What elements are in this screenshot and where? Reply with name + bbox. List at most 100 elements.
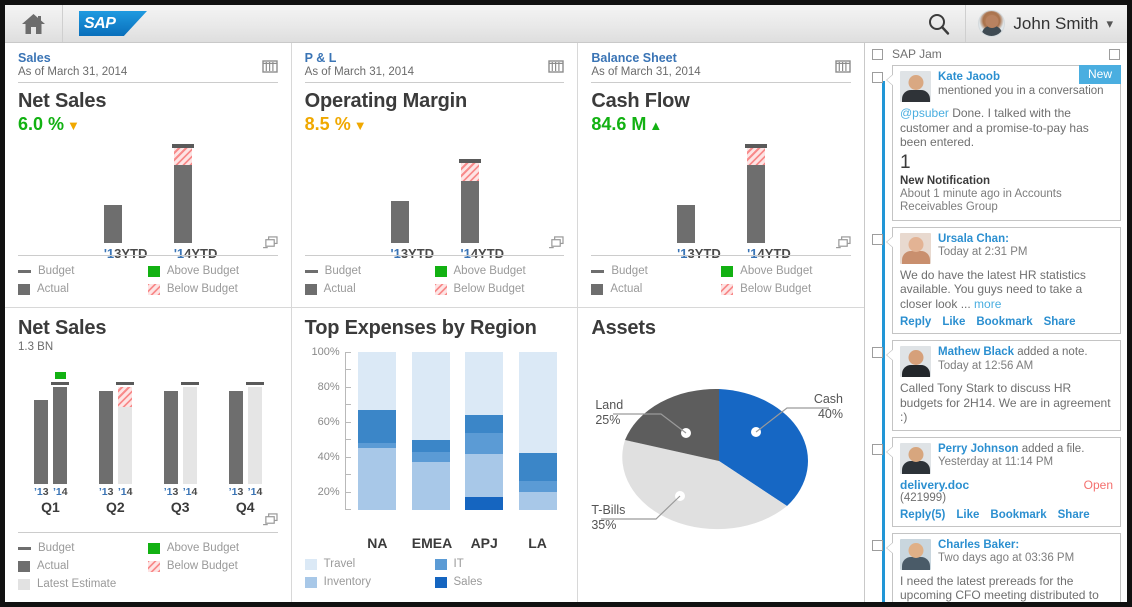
chart-sales-ytd-bullet[interactable] (18, 147, 278, 243)
expand-chart-icon[interactable] (836, 236, 851, 249)
expand-chart-icon[interactable] (263, 513, 278, 526)
jam-more-link[interactable]: more (974, 297, 1001, 311)
tile-column-balance-sheet: Balance Sheet As of March 31, 2014 Cash (578, 43, 864, 602)
jam-card[interactable]: Charles Baker: Two days ago at 03:36 PM … (892, 533, 1121, 603)
avatar (900, 346, 931, 377)
table-view-icon[interactable] (835, 58, 851, 74)
stacked-bars (351, 352, 565, 510)
jam-item-body: I need the latest prereads for the upcom… (900, 574, 1113, 603)
legend-latest-estimate: Latest Estimate (18, 576, 148, 592)
table-view-icon[interactable] (548, 58, 564, 74)
table-view-icon[interactable] (262, 58, 278, 74)
jam-timestamp: Two days ago at 03:36 PM (938, 552, 1074, 564)
legend-budget: Budget (18, 263, 148, 279)
chevron-down-icon[interactable]: ▾ (1106, 16, 1113, 32)
jam-reply-link[interactable]: Reply (900, 316, 931, 328)
pie-label-tbills: T-Bills 35% (591, 503, 625, 533)
card-pl-operating-margin[interactable]: P & L As of March 31, 2014 Operating Mar (292, 43, 578, 308)
list-item[interactable]: Perry Johnson added a file. Yesterday at… (865, 436, 1127, 532)
home-button[interactable] (5, 5, 63, 42)
jam-share-link[interactable]: Share (1058, 509, 1090, 521)
jam-user-name[interactable]: Kate Jaoob (938, 71, 1000, 83)
legend-sales: Sales (435, 574, 565, 590)
legend-label: Below Budget (167, 558, 238, 574)
jam-action: added a note. (1014, 346, 1088, 358)
expand-chart-icon[interactable] (549, 236, 564, 249)
kpi-value: 8.5 % (305, 114, 351, 134)
jam-user-name[interactable]: Ursala Chan: (938, 233, 1009, 245)
legend-it: IT (435, 556, 565, 572)
legend-below-budget: Below Budget (148, 281, 278, 297)
jam-user-name[interactable]: Mathew Black (938, 346, 1014, 358)
jam-bookmark-link[interactable]: Bookmark (990, 509, 1046, 521)
jam-select-all-checkbox[interactable] (872, 49, 883, 60)
kpi-value: 6.0 % (18, 114, 64, 134)
jam-item-checkbox[interactable] (872, 234, 883, 245)
jam-bookmark-link[interactable]: Bookmark (976, 316, 1032, 328)
jam-mention[interactable]: @psuber (900, 106, 949, 120)
bar-group-q1 (34, 366, 67, 484)
bar-group-q2 (99, 366, 132, 484)
legend-budget: Budget (591, 263, 721, 279)
kpi-title: Operating Margin (305, 89, 565, 113)
jam-options-checkbox[interactable] (1109, 49, 1120, 60)
jam-user-name[interactable]: Perry Johnson (938, 443, 1019, 455)
chart-top-expenses-by-region[interactable]: 100% 80% 60% 40% 20% (305, 352, 565, 532)
jam-like-link[interactable]: Like (956, 509, 979, 521)
legend-label: Budget (325, 263, 361, 279)
chart-subtitle: 1.3 BN (18, 340, 278, 354)
legend-label: Above Budget (740, 263, 812, 279)
bar-14 (118, 366, 132, 484)
legend-swatch-above (435, 266, 447, 277)
jam-like-link[interactable]: Like (942, 316, 965, 328)
pie-label-name: Cash (814, 392, 843, 407)
chart-legend: Budget Actual Above Budget (591, 255, 851, 299)
jam-file-name[interactable]: delivery.doc (900, 478, 969, 492)
x-label-q4: ’13’14 Q4 (225, 486, 265, 515)
card-assets[interactable]: Assets (578, 308, 864, 602)
divider (305, 82, 565, 83)
kpi-title: Cash Flow (591, 89, 851, 113)
chart-balance-ytd-bullet[interactable] (591, 147, 851, 243)
expand-chart-icon[interactable] (263, 236, 278, 249)
chart-net-sales-quarterly[interactable]: ’13’14 Q1 ’13’14 Q2 ’13’14 Q3 (18, 366, 278, 496)
card-balance-cash-flow[interactable]: Balance Sheet As of March 31, 2014 Cash (578, 43, 864, 308)
card-source: Sales (18, 51, 262, 65)
jam-item-checkbox[interactable] (872, 540, 883, 551)
card-net-sales-quarterly[interactable]: Net Sales 1.3 BN (5, 308, 291, 602)
jam-card[interactable]: Perry Johnson added a file. Yesterday at… (892, 437, 1121, 527)
legend-swatch-actual (18, 284, 30, 295)
chart-assets-pie[interactable]: Cash 40% Land 25% T-Bills 35% (591, 346, 851, 576)
jam-file-id: (421999) (900, 492, 1113, 504)
jam-share-link[interactable]: Share (1044, 316, 1076, 328)
card-sales-net-sales[interactable]: Sales As of March 31, 2014 Net Sales (5, 43, 291, 308)
jam-card[interactable]: Mathew Black added a note. Today at 12:5… (892, 340, 1121, 431)
sap-dashboard-app: SAP John Smith ▾ (0, 0, 1132, 607)
jam-reply-link[interactable]: Reply(5) (900, 509, 945, 521)
jam-item-checkbox[interactable] (872, 347, 883, 358)
list-item[interactable]: New Kate Jaoob mentioned you in a conver… (865, 64, 1127, 226)
user-menu[interactable]: John Smith ▾ (966, 5, 1127, 42)
jam-card[interactable]: Ursala Chan: Today at 2:31 PM We do have… (892, 227, 1121, 335)
jam-card[interactable]: New Kate Jaoob mentioned you in a conver… (892, 65, 1121, 221)
chart-pl-ytd-bullet[interactable] (305, 147, 565, 243)
legend-label: Below Budget (454, 281, 525, 297)
legend-below-budget: Below Budget (148, 558, 278, 574)
jam-item-checkbox[interactable] (872, 72, 883, 83)
legend-actual: Actual (305, 281, 435, 297)
list-item[interactable]: Mathew Black added a note. Today at 12:5… (865, 339, 1127, 436)
jam-item-checkbox[interactable] (872, 444, 883, 455)
legend-swatch-budget (591, 270, 604, 273)
list-item[interactable]: Ursala Chan: Today at 2:31 PM We do have… (865, 226, 1127, 340)
bar-13ytd (677, 147, 695, 243)
search-button[interactable] (912, 5, 966, 42)
status-badge: New (1079, 65, 1121, 84)
list-item[interactable]: Charles Baker: Two days ago at 03:36 PM … (865, 532, 1127, 603)
jam-file-open-link[interactable]: Open (1084, 478, 1113, 492)
card-date: As of March 31, 2014 (305, 65, 549, 79)
card-top-expenses[interactable]: Top Expenses by Region 100% 80% 60% 40% … (292, 308, 578, 602)
jam-user-name[interactable]: Charles Baker: (938, 539, 1019, 551)
quarter-label: Q2 (95, 499, 135, 515)
sap-logo[interactable]: SAP (63, 11, 147, 36)
jam-timestamp: Today at 12:56 AM (938, 360, 1033, 372)
